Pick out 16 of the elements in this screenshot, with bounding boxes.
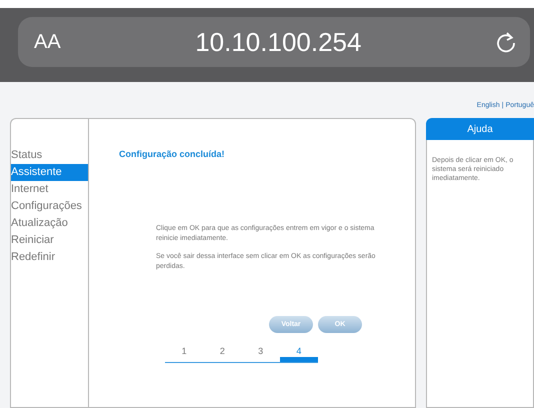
sidebar-item[interactable]: Configurações xyxy=(11,198,88,215)
step-indicator: 1 xyxy=(180,346,188,358)
help-header: Ajuda xyxy=(426,118,534,140)
reload-icon[interactable] xyxy=(496,31,516,53)
sidebar-item[interactable]: Assistente xyxy=(11,164,88,181)
sidebar-item[interactable]: Redefinir xyxy=(11,249,88,266)
url-text: 10.10.100.254 xyxy=(194,26,362,58)
step-indicator: 4 xyxy=(280,346,318,362)
sidebar-item[interactable]: Internet xyxy=(11,181,88,198)
text-size-button[interactable]: AA xyxy=(34,30,61,54)
step-indicator: 2 xyxy=(218,346,226,358)
sidebar-item[interactable]: Status xyxy=(11,147,88,164)
page-title: Configuração concluída! xyxy=(119,149,226,159)
sidebar-item[interactable]: Reiniciar xyxy=(11,232,88,249)
sidebar-item[interactable]: Atualização xyxy=(11,215,88,232)
step-indicator: 3 xyxy=(257,346,264,358)
